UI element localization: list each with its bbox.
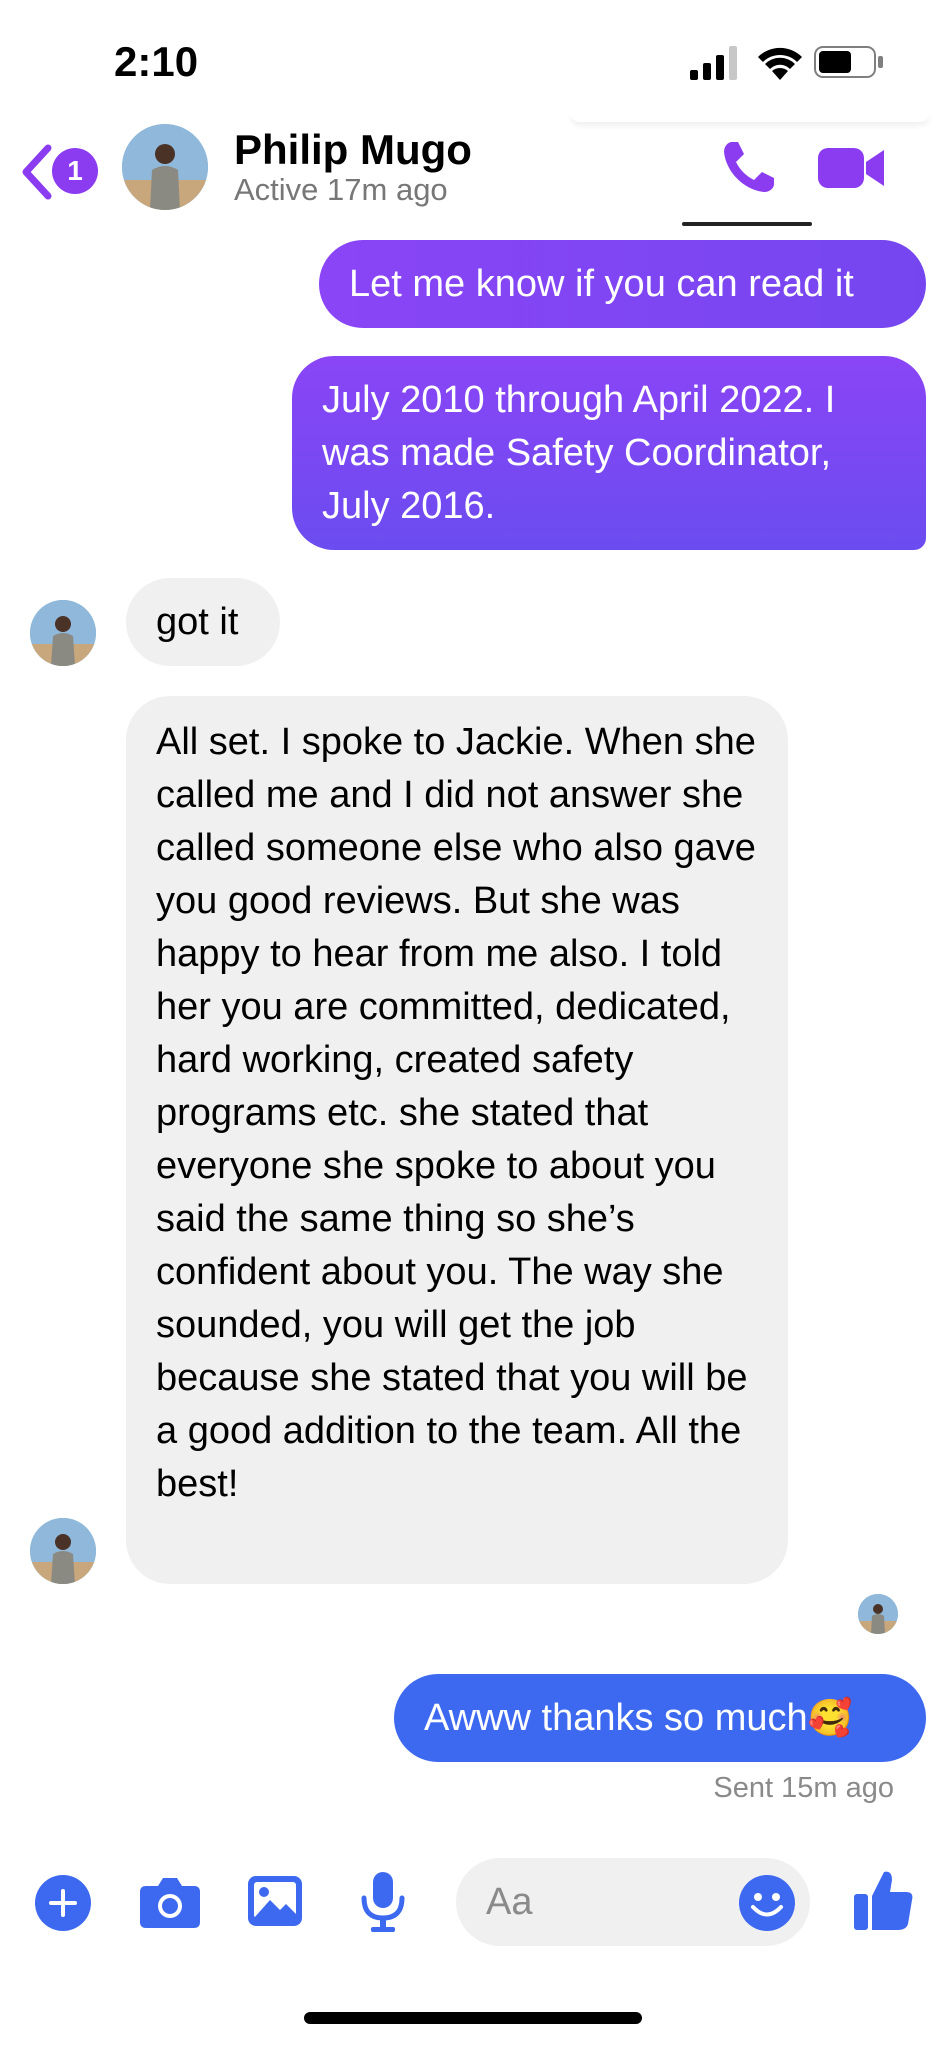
video-call-icon[interactable] bbox=[816, 140, 886, 196]
home-indicator bbox=[304, 2012, 642, 2024]
thumbs-up-icon[interactable] bbox=[852, 1868, 914, 1932]
message-bubble-sent[interactable]: July 2010 through April 2022. I was made… bbox=[292, 356, 926, 550]
message-text: Awww thanks so much bbox=[424, 1697, 808, 1739]
message-bubble-received[interactable]: got it bbox=[126, 578, 280, 666]
scroll-indicator bbox=[682, 222, 812, 226]
status-time: 2:10 bbox=[114, 38, 199, 85]
read-receipt-avatar bbox=[858, 1594, 898, 1634]
camera-icon[interactable] bbox=[138, 1874, 202, 1930]
battery-icon bbox=[814, 46, 883, 78]
sent-status: Sent 15m ago bbox=[713, 1772, 894, 1804]
wifi-icon bbox=[758, 47, 802, 80]
contact-name[interactable]: Philip Mugo bbox=[234, 126, 472, 174]
cellular-signal-icon bbox=[690, 46, 737, 80]
message-bubble-sent[interactable]: Let me know if you can read it bbox=[319, 240, 926, 328]
phone-call-icon[interactable] bbox=[718, 138, 778, 198]
plus-icon[interactable] bbox=[34, 1874, 92, 1932]
emoji-icon[interactable] bbox=[738, 1874, 796, 1932]
smiling-hearts-emoji: 🥰 bbox=[807, 1697, 853, 1738]
message-bubble-sent[interactable]: Awww thanks so much🥰 bbox=[394, 1674, 926, 1762]
sender-avatar[interactable] bbox=[30, 600, 96, 666]
message-bubble-received[interactable]: All set. I spoke to Jackie. When she cal… bbox=[126, 696, 788, 1584]
contact-status: Active 17m ago bbox=[234, 172, 448, 207]
microphone-icon[interactable] bbox=[358, 1870, 408, 1934]
sender-avatar[interactable] bbox=[30, 1518, 96, 1584]
unread-badge: 1 bbox=[52, 148, 98, 194]
contact-avatar[interactable] bbox=[122, 124, 208, 210]
gallery-icon[interactable] bbox=[246, 1872, 304, 1930]
conversation-header: 1 Philip Mugo Active 17m ago bbox=[0, 112, 946, 228]
